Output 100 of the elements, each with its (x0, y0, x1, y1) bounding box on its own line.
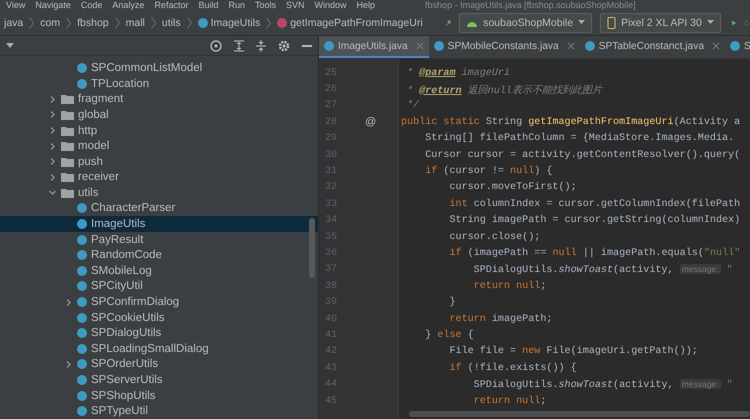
menu-item[interactable]: Analyze (112, 0, 144, 10)
tree-item[interactable]: TPLocation (0, 76, 318, 92)
settings-icon[interactable] (278, 40, 290, 52)
folder-icon (61, 156, 74, 167)
tree-item[interactable]: SPLoadingSmallDialog (0, 341, 318, 357)
expand-all-icon[interactable] (234, 40, 244, 52)
menu-item[interactable]: Navigate (35, 0, 71, 10)
menu-item[interactable]: SVN (286, 0, 305, 10)
breadcrumb-item[interactable]: utils (162, 16, 181, 28)
class-icon (77, 406, 87, 416)
close-icon[interactable] (712, 42, 720, 50)
tree-item[interactable]: SPServerUtils (0, 372, 318, 388)
breadcrumb-item[interactable]: mall (126, 16, 145, 28)
tree-item[interactable]: SPTypeUtil (0, 403, 318, 419)
class-icon (77, 266, 87, 276)
breadcrumb-item[interactable]: com (40, 16, 60, 28)
tree-item[interactable]: SMobileLog (0, 263, 318, 279)
class-icon (77, 203, 87, 214)
code-line: } else { (424, 330, 474, 341)
tree-item[interactable]: SPCityUtil (0, 278, 318, 294)
chevron-right-icon (150, 16, 156, 28)
tree-folder[interactable]: global (0, 107, 318, 123)
tree-item[interactable]: SPConfirmDialog (0, 294, 318, 310)
menu-item[interactable]: View (6, 0, 26, 10)
chevron-right-icon (186, 16, 192, 28)
code-line: if (!file.exists()) { (448, 362, 577, 374)
breadcrumb-item[interactable]: fbshop (77, 16, 109, 28)
class-icon (77, 390, 87, 401)
class-icon (77, 312, 87, 323)
tree-item[interactable]: CharacterParser (0, 200, 318, 216)
menu-item[interactable]: Refactor (154, 0, 188, 10)
gutter-marker[interactable]: @ (365, 116, 376, 128)
tree-folder[interactable]: push (0, 154, 318, 170)
class-icon (77, 78, 87, 89)
caret-icon (578, 20, 586, 25)
folder-icon (61, 188, 74, 198)
close-icon[interactable] (566, 42, 575, 50)
chevron-down-icon[interactable] (48, 188, 57, 198)
tree-item[interactable]: SPCommonListModel (0, 60, 318, 76)
method-icon (277, 18, 288, 28)
code-line: String[] filePathColumn = {MediaStore.Images.Media. (424, 133, 734, 144)
window-title: fbshop - ImageUtils.java [fbshop.soubaoShopMobile] (425, 0, 636, 10)
tree-folder[interactable]: fragment (0, 92, 318, 108)
tree-item[interactable]: PayResult (0, 232, 318, 248)
collapse-all-icon[interactable] (256, 40, 266, 52)
editor-tab[interactable]: ImageUtils.java (319, 36, 429, 58)
class-icon (77, 63, 87, 74)
class-icon (434, 41, 444, 51)
device-dropdown[interactable]: Pixel 2 XL API 30 (600, 12, 721, 32)
class-icon (77, 297, 87, 308)
tree-item[interactable]: ImageUtils (0, 216, 318, 232)
chevron-right-icon[interactable] (64, 360, 73, 369)
code-line: int columnIndex = cursor.getColumnIndex(filePath (448, 198, 740, 210)
menu-item[interactable]: Code (80, 0, 102, 10)
chevron-right-icon[interactable] (64, 298, 73, 307)
tree-folder[interactable]: model (0, 138, 318, 154)
tree-folder[interactable]: utils (0, 185, 318, 201)
folder-icon (61, 172, 74, 182)
class-icon (77, 250, 87, 260)
class-icon (77, 281, 87, 292)
tree-item[interactable]: SPCookieUtils (0, 310, 318, 326)
run-configuration-dropdown[interactable]: soubaoShopMobile (459, 12, 592, 32)
tree-folder[interactable]: http (0, 122, 318, 138)
menu-item[interactable]: Window (314, 0, 347, 10)
class-icon (730, 41, 740, 51)
menu-item[interactable]: Build (198, 0, 218, 10)
caret-icon (706, 20, 714, 25)
code-line: String imagePath = cursor.getString(columnIndex) (448, 215, 740, 226)
folder-icon (61, 126, 74, 136)
chevron-right-icon (66, 16, 72, 28)
breadcrumb-item[interactable]: java (4, 16, 24, 28)
menu-item[interactable]: Tools (254, 0, 276, 10)
editor-tab[interactable]: S (725, 36, 750, 58)
code-editor[interactable] (319, 59, 750, 419)
crosshair-icon[interactable] (210, 40, 222, 52)
tree-folder[interactable]: receiver (0, 170, 318, 186)
code-line: * @param imageUri (406, 68, 510, 79)
tree-item[interactable]: RandomCode (0, 247, 318, 264)
class-icon (77, 344, 87, 354)
class-icon (198, 18, 208, 28)
editor-tab[interactable]: SPTableConstanct.java (580, 36, 725, 58)
tree-item[interactable]: SPOrderUtils (0, 356, 318, 372)
code-line: SPDialogUtils.showToast(activity, message: " (472, 264, 733, 276)
caret-icon[interactable] (6, 43, 14, 48)
scrollbar[interactable] (409, 411, 750, 417)
menu-item[interactable]: Run (228, 0, 245, 10)
class-icon (77, 234, 87, 245)
tree-item[interactable]: SPDialogUtils (0, 325, 318, 342)
menu-item[interactable]: Help (356, 0, 376, 10)
chevron-right-icon (114, 16, 120, 28)
editor-tab[interactable]: SPMobileConstants.java (428, 36, 580, 58)
code-line: Cursor cursor = activity.getContentResolver().query( (424, 150, 740, 161)
class-icon (77, 328, 87, 338)
minimize-icon[interactable] (302, 44, 312, 47)
code-line: File file = new File(imageUri.getPath()); (448, 346, 698, 358)
breadcrumb-item[interactable]: ImageUtils (210, 16, 260, 28)
tree-item[interactable]: SPShopUtils (0, 388, 318, 404)
breadcrumb-item[interactable]: getImagePathFromImageUri (290, 16, 423, 28)
scrollbar[interactable] (309, 218, 315, 278)
code-line: * @return 返回null表示不能找到此图片 (406, 84, 602, 97)
